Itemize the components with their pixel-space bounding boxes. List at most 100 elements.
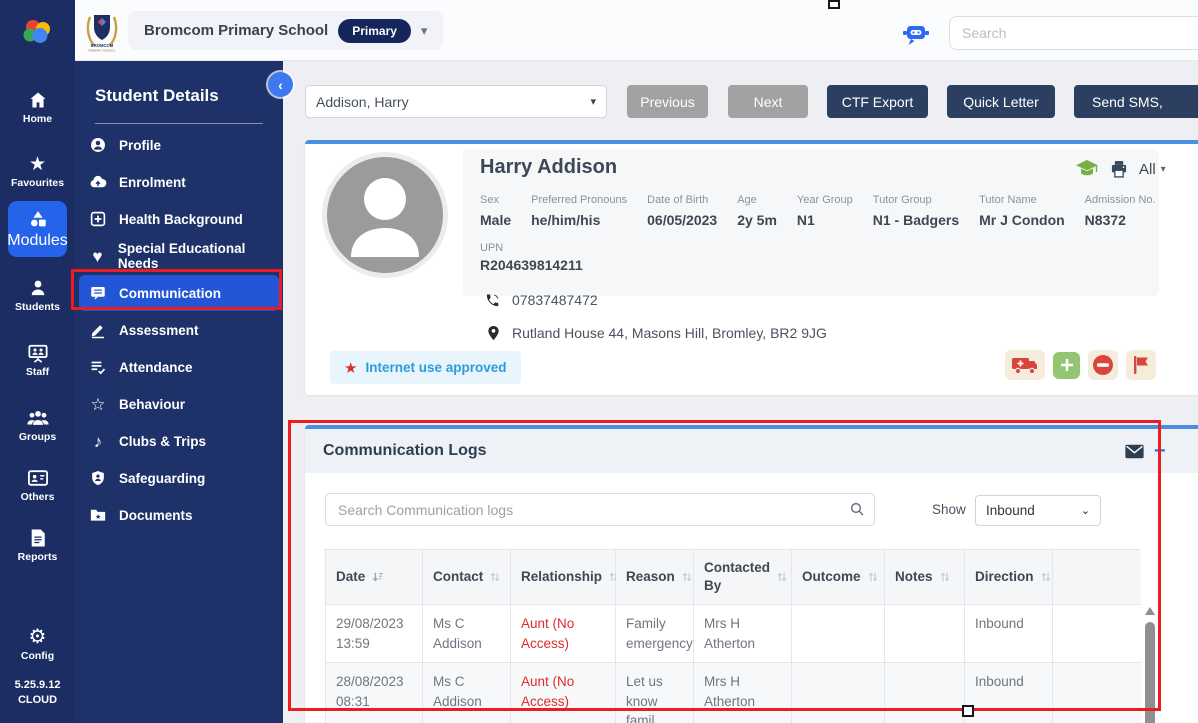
printer-icon[interactable] [1109, 159, 1129, 179]
menu-item-safeguarding[interactable]: Safeguarding [79, 460, 279, 496]
table-row-cell [885, 605, 965, 664]
bromcom-cloud-logo[interactable] [0, 0, 75, 61]
sort-icon [940, 572, 949, 582]
previous-button[interactable]: Previous [627, 85, 708, 118]
menu-item-attendance[interactable]: Attendance [79, 349, 279, 385]
sort-icon [868, 572, 877, 582]
health-plus-icon [90, 211, 106, 227]
column-header-outcome[interactable]: Outcome [792, 550, 885, 605]
column-header-actions [1053, 550, 1141, 605]
sidebar-item-favourites[interactable]: ★ Favourites [0, 155, 75, 189]
list-check-icon [91, 361, 106, 375]
student-address: Rutland House 44, Masons Hill, Bromley, … [512, 325, 827, 341]
sidebar-item-modules[interactable]: Modules [7, 201, 68, 257]
student-selector[interactable]: Addison, Harry ▾ [305, 85, 607, 118]
music-note-icon: ♪ [93, 431, 103, 451]
panel-collapse-button[interactable]: ‹ [268, 72, 293, 97]
school-selector[interactable]: Bromcom Primary School Primary ▾ [128, 11, 444, 50]
profile-icon [91, 138, 105, 152]
sidebar-item-reports[interactable]: Reports [0, 528, 75, 563]
column-header-contact[interactable]: Contact [423, 550, 511, 605]
svg-text:PRIMARY SCHOOL: PRIMARY SCHOOL [88, 49, 115, 53]
table-row-cell: 29/08/2023 13:59 [326, 605, 423, 664]
phone-icon [486, 293, 499, 306]
sort-icon [682, 572, 691, 582]
graduation-cap-icon[interactable] [1075, 159, 1099, 179]
student-flags [1005, 350, 1156, 380]
cloud-upload-icon [90, 175, 107, 188]
table-row-cell: Ms C Addison [423, 663, 511, 723]
menu-item-assessment[interactable]: Assessment [79, 312, 279, 348]
panel-title: Student Details [95, 86, 219, 105]
chevron-down-icon: ▾ [1160, 163, 1166, 175]
internet-use-approved-badge: ★ Internet use approved [330, 351, 521, 384]
table-scrollbar[interactable] [1143, 607, 1156, 723]
chat-bubble-icon [91, 287, 105, 300]
school-crest-logo: BROMCOM PRIMARY SCHOOL [86, 15, 118, 53]
column-header-direction[interactable]: Direction [965, 550, 1053, 605]
sidebar-item-students[interactable]: Students [0, 278, 75, 313]
report-document-icon [31, 529, 45, 547]
envelope-icon[interactable] [1125, 444, 1144, 459]
ambulance-flag-button[interactable] [1005, 350, 1045, 380]
primary-nav-rail: Home ★ Favourites Modules Students Staff [0, 61, 75, 723]
menu-item-communication[interactable]: Communication [79, 275, 279, 311]
alert-flag-button[interactable] [1126, 350, 1156, 380]
robot-chat-icon [903, 26, 929, 45]
communication-logs-title: Communication Logs [323, 442, 487, 459]
school-name: Bromcom Primary School [144, 22, 329, 39]
next-button[interactable]: Next [728, 85, 808, 118]
quick-letter-button[interactable]: Quick Letter [947, 85, 1055, 118]
menu-item-special-educational-needs[interactable]: ♥ Special Educational Needs [79, 238, 279, 274]
table-row-cell: Aunt (No Access) [511, 605, 616, 664]
communication-logs-header: Communication Logs [305, 429, 1198, 473]
sidebar-item-home[interactable]: Home [0, 90, 75, 125]
avatar [327, 157, 443, 273]
table-row-cell: Aunt (No Access) [511, 663, 616, 723]
assistant-bot-button[interactable] [902, 21, 930, 47]
communication-search-input[interactable] [325, 493, 875, 526]
column-header-date[interactable]: Date [326, 550, 423, 605]
table-row-cell [792, 605, 885, 664]
sidebar-item-groups[interactable]: Groups [0, 408, 75, 443]
location-pin-icon [488, 325, 499, 341]
global-search-input[interactable] [949, 16, 1198, 50]
scroll-up-icon[interactable] [1144, 607, 1155, 615]
column-header-contacted-by[interactable]: Contacted By [694, 550, 792, 605]
menu-item-clubs-trips[interactable]: ♪ Clubs & Trips [79, 423, 279, 459]
home-icon [30, 92, 45, 108]
sidebar-item-staff[interactable]: Staff [0, 343, 75, 378]
school-phase-badge: Primary [338, 18, 411, 43]
add-flag-button[interactable] [1053, 351, 1080, 379]
ctf-export-button[interactable]: CTF Export [827, 85, 928, 118]
menu-item-health-background[interactable]: Health Background [79, 201, 279, 237]
column-header-notes[interactable]: Notes [885, 550, 965, 605]
table-row-cell: Inbound [965, 605, 1053, 664]
sort-icon [777, 572, 787, 582]
table-row-cell [1053, 663, 1141, 723]
student-fields: Sex Male Preferred Pronouns he/him/his Dat… [480, 194, 1156, 228]
scrollbar-thumb[interactable] [1144, 622, 1155, 723]
cloud-logo-icon [23, 19, 50, 43]
staff-board-icon [27, 344, 48, 363]
send-sms-button[interactable]: Send SMS, [1074, 85, 1198, 118]
all-filter-dropdown[interactable]: All ▾ [1139, 161, 1166, 178]
app-version: 5.25.9.12 CLOUD [14, 679, 61, 706]
menu-item-behaviour[interactable]: ☆ Behaviour [79, 386, 279, 422]
sidebar-item-config[interactable]: ⚙ Config [0, 627, 75, 662]
pencil-icon [91, 325, 104, 339]
svg-text:★: ★ [95, 513, 101, 521]
student-person-icon [31, 280, 44, 296]
sidebar-item-others[interactable]: Others [0, 468, 75, 503]
menu-item-profile[interactable]: Profile [79, 127, 279, 163]
table-row-cell: 28/08/2023 08:31 [326, 663, 423, 723]
restriction-flag-button[interactable] [1088, 350, 1118, 380]
column-header-reason[interactable]: Reason [616, 550, 694, 605]
menu-item-enrolment[interactable]: Enrolment [79, 164, 279, 200]
add-log-button[interactable]: + [1154, 441, 1166, 461]
column-header-relationship[interactable]: Relationship [511, 550, 619, 605]
main-content: Addison, Harry ▾ Previous Next CTF Expor… [283, 61, 1198, 723]
table-row-cell: Inbound [965, 663, 1053, 723]
direction-filter-select[interactable]: Inbound ⌄ [975, 495, 1101, 526]
menu-item-documents[interactable]: ★ Documents [79, 497, 279, 533]
